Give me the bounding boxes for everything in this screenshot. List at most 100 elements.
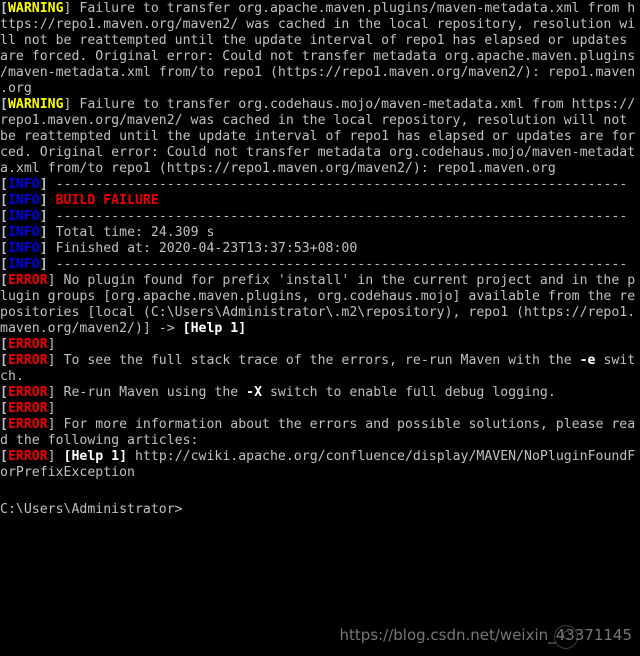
terminal-text: Finished at: 2020-04-23T13:37:53+08:00	[55, 241, 358, 256]
terminal-output[interactable]: [WARNING] Failure to transfer org.apache…	[0, 0, 640, 656]
terminal-line: [ERROR]	[0, 337, 640, 353]
terminal-text: [	[0, 417, 8, 432]
terminal-text: ] Failure to transfer org.apache.maven.p…	[63, 1, 636, 16]
terminal-text: ERROR	[7, 337, 48, 352]
terminal-text: maven.org/maven2/)] ->	[0, 321, 183, 336]
terminal-text: [	[0, 401, 8, 416]
terminal-text: are forced. Original error: Could not tr…	[0, 49, 636, 64]
terminal-text: switch to enable full debug logging.	[262, 385, 556, 400]
terminal-line: maven.org/maven2/)] -> [Help 1]	[0, 321, 640, 337]
terminal-text: swit	[595, 353, 636, 368]
terminal-text: lugin groups [org.apache.maven.plugins, …	[0, 289, 636, 304]
terminal-text: [	[0, 225, 8, 240]
terminal-text: http://cwiki.apache.org/confluence/displ…	[127, 449, 636, 464]
terminal-text: ]	[39, 225, 56, 240]
terminal-text: [	[0, 177, 8, 192]
terminal-line: positories [local (C:\Users\Administrato…	[0, 305, 640, 321]
terminal-text: ]	[39, 193, 56, 208]
terminal-text: [	[0, 97, 8, 112]
terminal-text: ch.	[0, 369, 24, 384]
terminal-line: orPrefixException	[0, 465, 640, 481]
terminal-text: ] Failure to transfer org.codehaus.mojo/…	[63, 97, 636, 112]
terminal-text: ]	[47, 401, 56, 416]
terminal-text: ttps://repo1.maven.org/maven2/ was cache…	[0, 17, 636, 32]
terminal-text: [	[0, 353, 8, 368]
terminal-text: INFO	[7, 177, 40, 192]
terminal-text: [	[0, 1, 8, 16]
terminal-text: ] No plugin found for prefix 'install' i…	[47, 273, 636, 288]
terminal-text: -X	[246, 385, 263, 400]
terminal-text: ERROR	[7, 385, 48, 400]
terminal-text: INFO	[7, 193, 40, 208]
terminal-line: ced. Original error: Could not transfer …	[0, 145, 640, 161]
terminal-text: ERROR	[7, 449, 48, 464]
terminal-text: ----------------------------------------…	[55, 257, 628, 272]
terminal-text: Total time: 24.309 s	[55, 225, 215, 240]
terminal-line: C:\Users\Administrator>	[0, 497, 640, 513]
terminal-text: [Help 1]	[182, 321, 247, 336]
terminal-line: d the following articles:	[0, 433, 640, 449]
terminal-text: d the following articles:	[0, 433, 199, 448]
terminal-text: ] Re-run Maven using the	[47, 385, 247, 400]
terminal-line: [INFO] ---------------------------------…	[0, 257, 640, 273]
terminal-text: -e	[579, 353, 596, 368]
terminal-line: [WARNING] Failure to transfer org.apache…	[0, 1, 640, 17]
terminal-line: [ERROR] For more information about the e…	[0, 417, 640, 433]
terminal-line: ch.	[0, 369, 640, 385]
terminal-text: ]	[47, 449, 64, 464]
terminal-line: a.xml from/to repo1 (https://repo1.maven…	[0, 161, 640, 177]
terminal-text: /maven-metadata.xml from/to repo1 (https…	[0, 65, 636, 80]
terminal-line: [ERROR] [Help 1] http://cwiki.apache.org…	[0, 449, 640, 465]
terminal-text: a.xml from/to repo1 (https://repo1.maven…	[0, 161, 556, 176]
terminal-text: [	[0, 209, 8, 224]
terminal-text: repo1.maven.org/maven2/ was cached in th…	[0, 113, 628, 128]
terminal-text: ]	[39, 257, 56, 272]
terminal-line: /maven-metadata.xml from/to repo1 (https…	[0, 65, 640, 81]
terminal-text: BUILD FAILURE	[55, 193, 159, 208]
terminal-text: positories [local (C:\Users\Administrato…	[0, 305, 636, 320]
terminal-text: [	[0, 193, 8, 208]
terminal-line: [ERROR] To see the full stack trace of t…	[0, 353, 640, 369]
terminal-text: [	[0, 337, 8, 352]
terminal-text: orPrefixException	[0, 465, 135, 480]
terminal-text: ] For more information about the errors …	[47, 417, 636, 432]
terminal-text: [Help 1]	[63, 449, 128, 464]
terminal-text: ll not be reattempted until the update i…	[0, 33, 628, 48]
terminal-cursor	[183, 497, 191, 513]
terminal-line: [INFO] ---------------------------------…	[0, 177, 640, 193]
terminal-line: are forced. Original error: Could not tr…	[0, 49, 640, 65]
terminal-text: INFO	[7, 225, 40, 240]
terminal-line: repo1.maven.org/maven2/ was cached in th…	[0, 113, 640, 129]
terminal-line: [INFO] Finished at: 2020-04-23T13:37:53+…	[0, 241, 640, 257]
terminal-line: lugin groups [org.apache.maven.plugins, …	[0, 289, 640, 305]
terminal-text: .org	[0, 81, 32, 96]
terminal-text: [	[0, 449, 8, 464]
terminal-text: WARNING	[7, 1, 64, 16]
terminal-text: [	[0, 257, 8, 272]
terminal-text: INFO	[7, 209, 40, 224]
terminal-line: [ERROR] Re-run Maven using the -X switch…	[0, 385, 640, 401]
terminal-line: be reattempted until the update interval…	[0, 129, 640, 145]
terminal-text: [	[0, 273, 8, 288]
terminal-text: C:\Users\Administrator>	[0, 502, 183, 513]
terminal-text: ----------------------------------------…	[55, 209, 628, 224]
terminal-text: INFO	[7, 241, 40, 256]
terminal-text: ERROR	[7, 353, 48, 368]
terminal-text: ] To see the full stack trace of the err…	[47, 353, 580, 368]
terminal-line: ttps://repo1.maven.org/maven2/ was cache…	[0, 17, 640, 33]
terminal-text: ced. Original error: Could not transfer …	[0, 145, 636, 160]
terminal-text: ]	[39, 177, 56, 192]
terminal-line: [ERROR] No plugin found for prefix 'inst…	[0, 273, 640, 289]
terminal-text: ]	[39, 209, 56, 224]
terminal-text: ERROR	[7, 273, 48, 288]
terminal-text: [	[0, 385, 8, 400]
terminal-text: ]	[47, 337, 56, 352]
terminal-line: [INFO] Total time: 24.309 s	[0, 225, 640, 241]
terminal-text: be reattempted until the update interval…	[0, 129, 636, 144]
terminal-line: [INFO] BUILD FAILURE	[0, 193, 640, 209]
terminal-line: .org	[0, 81, 640, 97]
terminal-text: ]	[39, 241, 56, 256]
terminal-line: [ERROR]	[0, 401, 640, 417]
terminal-text: [	[0, 241, 8, 256]
